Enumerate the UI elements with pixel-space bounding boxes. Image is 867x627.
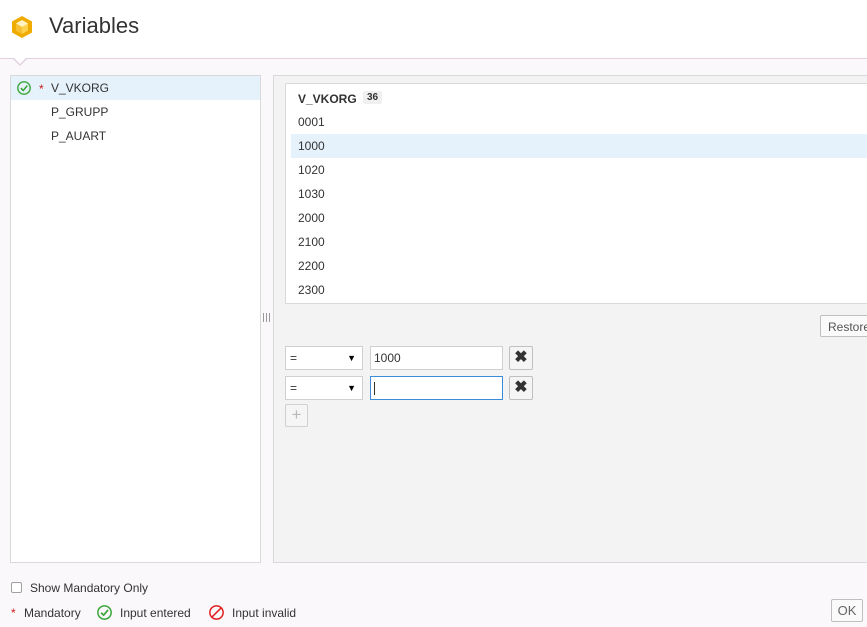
value-row[interactable]: 0001 xyxy=(291,110,867,134)
legend-label: Input entered xyxy=(120,606,191,620)
variable-item-p-grupp[interactable]: P_GRUPP xyxy=(11,100,260,124)
close-icon: ✖ xyxy=(514,379,528,396)
close-icon: ✖ xyxy=(514,349,528,366)
header: Variables xyxy=(0,0,867,66)
filter-value-input[interactable]: 1000 xyxy=(370,346,503,370)
header-notch xyxy=(12,57,28,66)
add-filter-button[interactable]: + xyxy=(285,404,308,427)
mandatory-mark: * xyxy=(39,82,44,96)
operator-select[interactable]: = ▼ xyxy=(285,346,363,370)
operator-select[interactable]: = ▼ xyxy=(285,376,363,400)
chevron-down-icon: ▼ xyxy=(347,353,356,363)
remove-filter-button[interactable]: ✖ xyxy=(509,376,533,400)
page-title: Variables xyxy=(49,13,140,38)
check-circle-icon xyxy=(97,605,112,620)
filter-value-input[interactable] xyxy=(370,376,503,400)
mandatory-mark: * xyxy=(11,606,16,620)
chevron-down-icon: ▼ xyxy=(347,383,356,393)
variable-label: V_VKORG xyxy=(51,81,110,95)
legend-label: Input invalid xyxy=(232,606,297,620)
value-row[interactable]: 2000 xyxy=(291,206,867,230)
splitter-handle[interactable] xyxy=(263,313,271,323)
value-row[interactable]: 2200 xyxy=(291,254,867,278)
variable-item-p-auart[interactable]: P_AUART xyxy=(11,124,260,148)
variable-label: P_AUART xyxy=(51,129,107,143)
legend-label: Mandatory xyxy=(24,606,81,620)
cube-logo-icon xyxy=(12,16,32,38)
text-cursor xyxy=(374,382,375,396)
invalid-circle-icon xyxy=(209,605,224,620)
variable-list: * V_VKORG P_GRUPP P_AUART xyxy=(10,75,261,563)
value-row[interactable]: 1000 xyxy=(291,134,867,158)
ok-button[interactable]: OK xyxy=(831,599,863,622)
checkbox-label: Show Mandatory Only xyxy=(30,581,149,595)
check-circle-icon xyxy=(17,81,31,95)
checkbox[interactable] xyxy=(11,582,22,593)
restore-button[interactable]: Restore xyxy=(820,315,867,337)
variable-label: P_GRUPP xyxy=(51,105,109,119)
values-count-badge: 36 xyxy=(363,91,383,104)
value-row[interactable]: 1020 xyxy=(291,158,867,182)
value-row[interactable]: 2100 xyxy=(291,230,867,254)
remove-filter-button[interactable]: ✖ xyxy=(509,346,533,370)
values-list-header: V_VKORG xyxy=(298,92,357,106)
value-row[interactable]: 2300 xyxy=(291,278,867,302)
value-help-panel: V_VKORG 36 0001 1000 1020 1030 2000 2100… xyxy=(273,75,867,563)
values-list: V_VKORG 36 0001 1000 1020 1030 2000 2100… xyxy=(285,83,867,304)
variable-item-v-vkorg[interactable]: * V_VKORG xyxy=(11,76,260,100)
value-row[interactable]: 1030 xyxy=(291,182,867,206)
